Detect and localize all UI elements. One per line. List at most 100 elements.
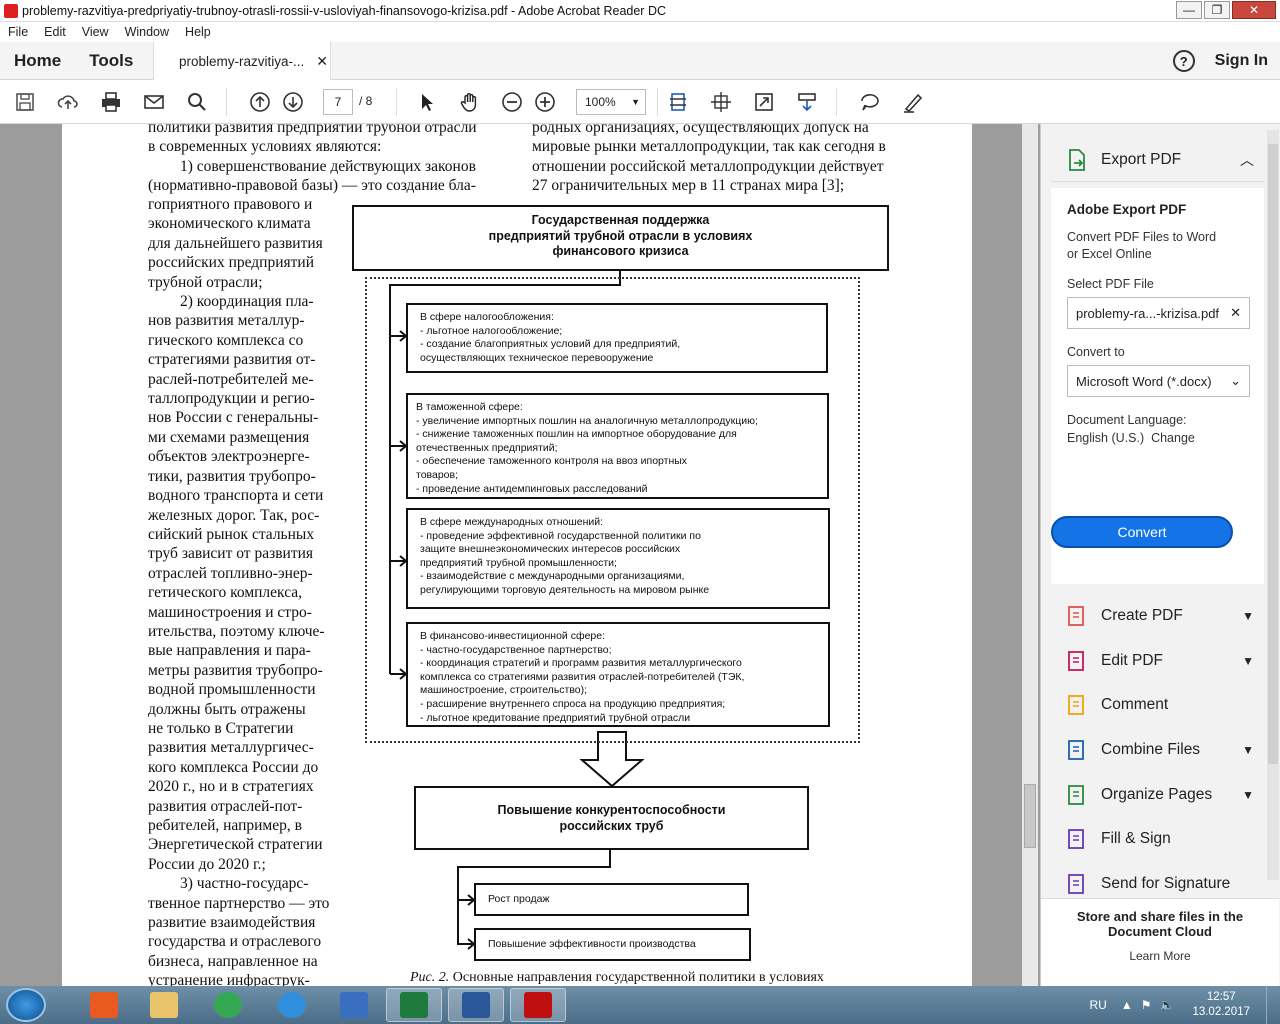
document-cloud-promo: Store and share files in the Document Clo… [1041, 898, 1279, 986]
save-icon[interactable] [13, 90, 37, 114]
convert-button[interactable]: Convert [1051, 516, 1233, 548]
tool-edit-pdf[interactable]: Edit PDF ▼ [1051, 639, 1264, 684]
comment-bubble-icon[interactable] [858, 90, 882, 114]
zoom-in-icon[interactable] [533, 90, 557, 114]
clock[interactable]: 12:57 13.02.2017 [1192, 990, 1250, 1020]
menu-edit[interactable]: Edit [44, 25, 66, 39]
windows-taskbar: RU ▲ ⚑ 🔈 12:57 13.02.2017 [0, 986, 1280, 1024]
menu-help[interactable]: Help [185, 25, 211, 39]
fill-sign-icon [1068, 829, 1084, 850]
menu-window[interactable]: Window [125, 25, 169, 39]
export-pdf-header[interactable]: Export PDF ︿ [1051, 138, 1264, 182]
select-cursor-icon[interactable] [415, 90, 439, 114]
taskbar-media-player[interactable] [76, 988, 132, 1022]
close-tab-icon[interactable]: ✕ [316, 53, 328, 70]
convert-format-select[interactable]: Microsoft Word (*.docx) ⌄ [1067, 365, 1250, 397]
tab-tools[interactable]: Tools [89, 51, 133, 71]
menu-bar: File Edit View Window Help [0, 22, 1280, 42]
taskbar-network-app[interactable] [326, 988, 382, 1022]
taskbar-internet-explorer[interactable] [264, 988, 320, 1022]
zoom-out-icon[interactable] [500, 90, 524, 114]
start-button[interactable] [6, 988, 46, 1022]
minimize-button[interactable]: — [1176, 0, 1202, 19]
document-viewer[interactable]: политики развития предприятий трубной от… [0, 124, 1040, 986]
taskbar-excel[interactable] [386, 988, 442, 1022]
export-description: Convert PDF Files to Word or Excel Online [1067, 230, 1217, 261]
organize-pages-icon [1068, 784, 1084, 805]
export-pdf-icon [1069, 148, 1085, 171]
title-bar: problemy-razvitiya-predpriyatiy-trubnoy-… [0, 0, 1280, 22]
chevron-down-icon: ▼ [1242, 743, 1254, 758]
taskbar-chrome[interactable] [200, 988, 256, 1022]
tool-label: Combine Files [1101, 741, 1201, 759]
previous-page-icon[interactable] [248, 90, 272, 114]
tax-sphere-box: В сфере налогообложения: - льготное нало… [406, 303, 828, 373]
zoom-level-select[interactable]: 100% ▼ [576, 89, 646, 115]
scroll-mode-icon[interactable] [795, 90, 819, 114]
tool-label: Organize Pages [1101, 785, 1213, 803]
zoom-value: 100% [585, 95, 616, 109]
tab-bar: Home Tools problemy-razvitiya-... ✕ ? Si… [0, 42, 1280, 80]
chevron-down-icon: ▼ [1242, 653, 1254, 668]
tray-up-arrow-icon[interactable]: ▲ [1121, 998, 1133, 1012]
chevron-down-icon: ▼ [631, 97, 640, 107]
menu-view[interactable]: View [82, 25, 109, 39]
hand-tool-icon[interactable] [458, 90, 482, 114]
help-icon[interactable]: ? [1172, 50, 1195, 72]
competitiveness-box: Повышение конкурентоспособности российск… [414, 786, 809, 850]
tool-combine-files[interactable]: Combine Files ▼ [1051, 728, 1264, 773]
show-desktop-button[interactable] [1266, 986, 1280, 1024]
export-pdf-card: Adobe Export PDF Convert PDF Files to Wo… [1051, 188, 1264, 584]
learn-more-link[interactable]: Learn More [1041, 949, 1279, 963]
clear-file-icon[interactable]: ✕ [1230, 305, 1241, 321]
finance-investment-sphere-box: В финансово-инвестиционной сфере: - част… [406, 622, 830, 727]
next-page-icon[interactable] [281, 90, 305, 114]
send-signature-icon [1068, 873, 1084, 894]
tab-home[interactable]: Home [14, 51, 61, 71]
full-screen-icon[interactable] [709, 90, 733, 114]
scrollbar-thumb[interactable] [1024, 784, 1036, 848]
sales-growth-box: Рост продаж [474, 883, 749, 916]
maximize-button[interactable]: ❐ [1204, 0, 1230, 19]
email-icon[interactable] [142, 90, 166, 114]
sign-in-button[interactable]: Sign In [1215, 52, 1268, 70]
chevron-down-icon: ⌄ [1230, 373, 1241, 388]
customs-sphere-box: В таможенной сфере: - увеличение импортн… [406, 393, 829, 499]
efficiency-box: Повышение эффективности производства [474, 928, 751, 961]
tool-label: Fill & Sign [1101, 830, 1171, 848]
menu-file[interactable]: File [8, 25, 28, 39]
upload-cloud-icon[interactable] [56, 90, 80, 114]
taskbar-word[interactable] [448, 988, 504, 1022]
select-file-label: Select PDF File [1067, 277, 1154, 291]
pdf-page: политики развития предприятий трубной от… [62, 124, 972, 986]
figure-caption: Рис. 2. Основные направления государстве… [410, 970, 824, 985]
print-icon[interactable] [99, 90, 123, 114]
chevron-up-icon: ︿ [1240, 151, 1254, 168]
flag-icon[interactable]: ⚑ [1141, 998, 1152, 1012]
acrobat-app-icon [4, 3, 18, 18]
page-number-input[interactable]: 7 [323, 89, 353, 115]
export-card-title: Adobe Export PDF [1067, 202, 1187, 217]
panel-scrollbar[interactable] [1267, 130, 1279, 880]
tools-list: Create PDF ▼ Edit PDF ▼ Comment Combine Files… [1051, 594, 1264, 906]
highlight-pen-icon[interactable] [901, 90, 925, 114]
close-window-button[interactable]: ✕ [1232, 0, 1276, 19]
toolbar: 7 / 8 100% ▼ [0, 80, 1280, 124]
vertical-scrollbar[interactable] [1022, 124, 1038, 986]
search-icon[interactable] [185, 90, 209, 114]
edit-pdf-icon [1068, 650, 1084, 671]
tool-organize-pages[interactable]: Organize Pages ▼ [1051, 772, 1264, 817]
tab-document[interactable]: problemy-razvitiya-... ✕ [153, 42, 331, 80]
comment-icon [1068, 695, 1084, 716]
tool-comment[interactable]: Comment [1051, 683, 1264, 728]
selected-file-field[interactable]: problemy-ra...-krizisa.pdf ✕ [1067, 297, 1250, 329]
taskbar-explorer[interactable] [136, 988, 192, 1022]
tool-create-pdf[interactable]: Create PDF ▼ [1051, 594, 1264, 639]
change-language-link[interactable]: Change [1151, 431, 1195, 445]
taskbar-acrobat[interactable] [510, 988, 566, 1022]
fit-page-icon[interactable] [666, 90, 690, 114]
tool-fill-sign[interactable]: Fill & Sign [1051, 817, 1264, 862]
language-indicator[interactable]: RU [1089, 998, 1106, 1012]
volume-icon[interactable]: 🔈 [1159, 998, 1174, 1012]
read-mode-icon[interactable] [752, 90, 776, 114]
